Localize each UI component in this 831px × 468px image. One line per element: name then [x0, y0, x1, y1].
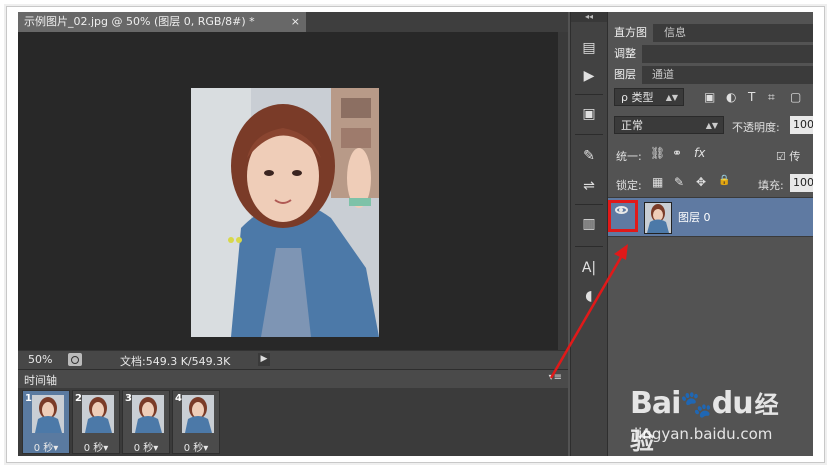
- watermark-url: jingyan.baidu.com: [634, 425, 773, 443]
- watermark-logo-part: du: [711, 386, 754, 421]
- paw-icon: 🐾: [680, 390, 712, 420]
- baidu-watermark: Bai🐾du经验 jingyan.baidu.com: [630, 385, 800, 455]
- watermark-logo-part: Bai: [630, 386, 681, 421]
- watermark-logo: Bai🐾du经验: [630, 385, 800, 457]
